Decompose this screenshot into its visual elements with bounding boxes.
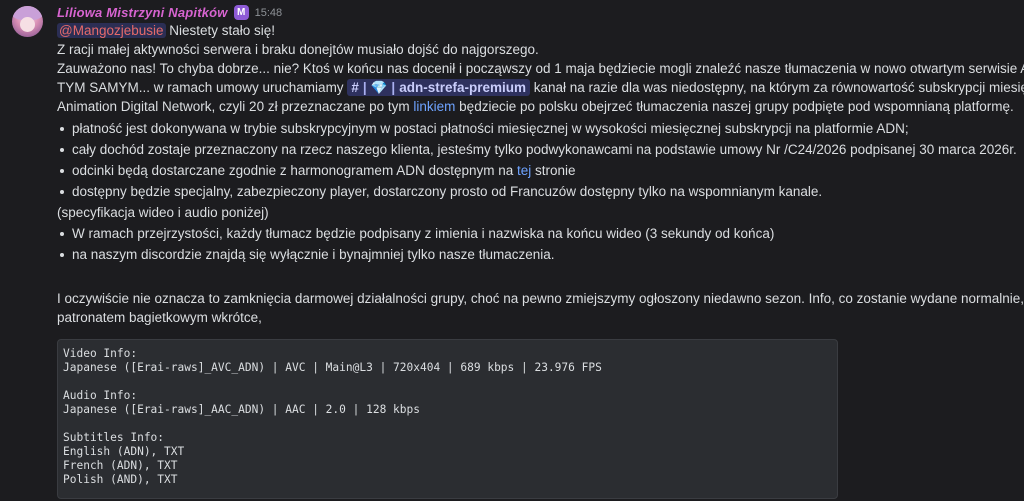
message-line: Zauważono nas! To chyba dobrze... nie? K…	[57, 61, 1024, 76]
user-mention[interactable]: @Mangozjebusie	[57, 23, 166, 38]
list-item: na naszym discordzie znajdą się wyłączni…	[57, 244, 1007, 265]
channel-mention[interactable]: # | 💎 | adn-strefa-premium	[347, 79, 530, 96]
message-text: TYM SAMYM... w ramach umowy uruchamiamy	[57, 80, 348, 95]
code-line: Audio Info:	[63, 389, 138, 402]
hash-icon: #	[351, 80, 359, 95]
code-line: Subtitles Info:	[63, 431, 165, 444]
code-line: Japanese ([Erai-raws]_AVC_ADN) | AVC | M…	[63, 361, 602, 374]
chat-message: Liliowa Mistrzyni Napitków M 15:48 @Mang…	[0, 0, 1024, 501]
code-line: English (ADN), TXT	[63, 445, 185, 458]
list-item: płatność jest dokonywana w trybie subskr…	[57, 118, 1007, 139]
channel-name: adn-strefa-premium	[399, 80, 526, 95]
message-text: Animation Digital Network, czyli 20 zł p…	[57, 99, 414, 114]
user-avatar[interactable]	[12, 6, 43, 37]
bullet-list: W ramach przejrzystości, każdy tłumacz b…	[57, 223, 1007, 265]
message-line: Z racji małej aktywności serwera i braku…	[57, 42, 539, 57]
message-line: Animation Digital Network, czyli 20 zł p…	[57, 97, 1014, 116]
code-line: French (ADN), TXT	[63, 459, 178, 472]
username[interactable]: Liliowa Mistrzyni Napitków	[57, 5, 228, 20]
code-line: Polish (AND), TXT	[63, 473, 178, 486]
list-item: W ramach przejrzystości, każdy tłumacz b…	[57, 223, 1007, 244]
link[interactable]: linkiem	[413, 99, 455, 114]
channel-separator: |	[391, 80, 396, 95]
diamond-icon: 💎	[370, 80, 388, 95]
message-header: Liliowa Mistrzyni Napitków M 15:48	[57, 4, 1007, 21]
link[interactable]: tej	[517, 163, 531, 178]
message-timestamp[interactable]: 15:48	[255, 7, 283, 19]
message-text: będziecie po polsku obejrzeć tłumaczenia…	[455, 99, 1014, 114]
channel-separator: |	[362, 80, 367, 95]
code-line: Video Info:	[63, 347, 138, 360]
code-line: Japanese ([Erai-raws]_AAC_ADN) | AAC | 2…	[63, 403, 420, 416]
message-line: @Mangozjebusie Niestety stało się!	[57, 21, 1007, 40]
message-line: TYM SAMYM... w ramach umowy uruchamiamy …	[57, 78, 1024, 97]
list-item: cały dochód zostaje przeznaczony na rzec…	[57, 139, 1017, 160]
message-text: Niestety stało się!	[165, 23, 276, 38]
list-item: dostępny będzie specjalny, zabezpieczony…	[57, 181, 1007, 202]
bullet-list: płatność jest dokonywana w trybie subskr…	[57, 118, 1017, 202]
list-item: odcinki będą dostarczane zgodnie z harmo…	[57, 160, 1007, 181]
message-line: (specyfikacja wideo i audio poniżej)	[57, 205, 269, 220]
code-block: Video Info: Japanese ([Erai-raws]_AVC_AD…	[57, 339, 838, 499]
message-content: Liliowa Mistrzyni Napitków M 15:48 @Mang…	[57, 4, 1024, 327]
message-line: I oczywiście nie oznacza to zamknięcia d…	[57, 291, 1024, 306]
message-text: kanał na razie dla was niedostępny, na k…	[529, 80, 1024, 95]
server-badge-icon[interactable]: M	[233, 5, 249, 20]
message-line: patronatem bagietkowym wkrótce,	[57, 310, 262, 325]
